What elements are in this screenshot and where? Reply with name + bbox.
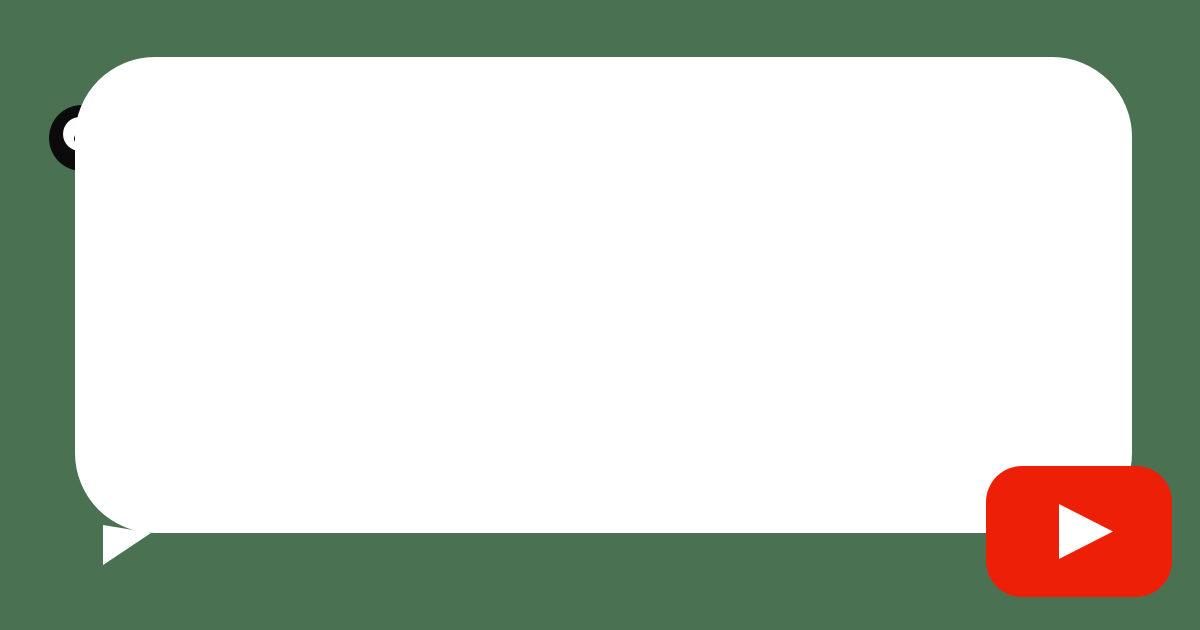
youtube-logo-icon <box>986 466 1172 597</box>
screenshot-canvas: 8 @ikerochoa6115 2 years ago Muy buen vi… <box>0 0 1200 630</box>
youtube-logo <box>986 466 1172 597</box>
comment-bubble-tail <box>103 525 153 571</box>
comment-bubble <box>75 57 1132 533</box>
